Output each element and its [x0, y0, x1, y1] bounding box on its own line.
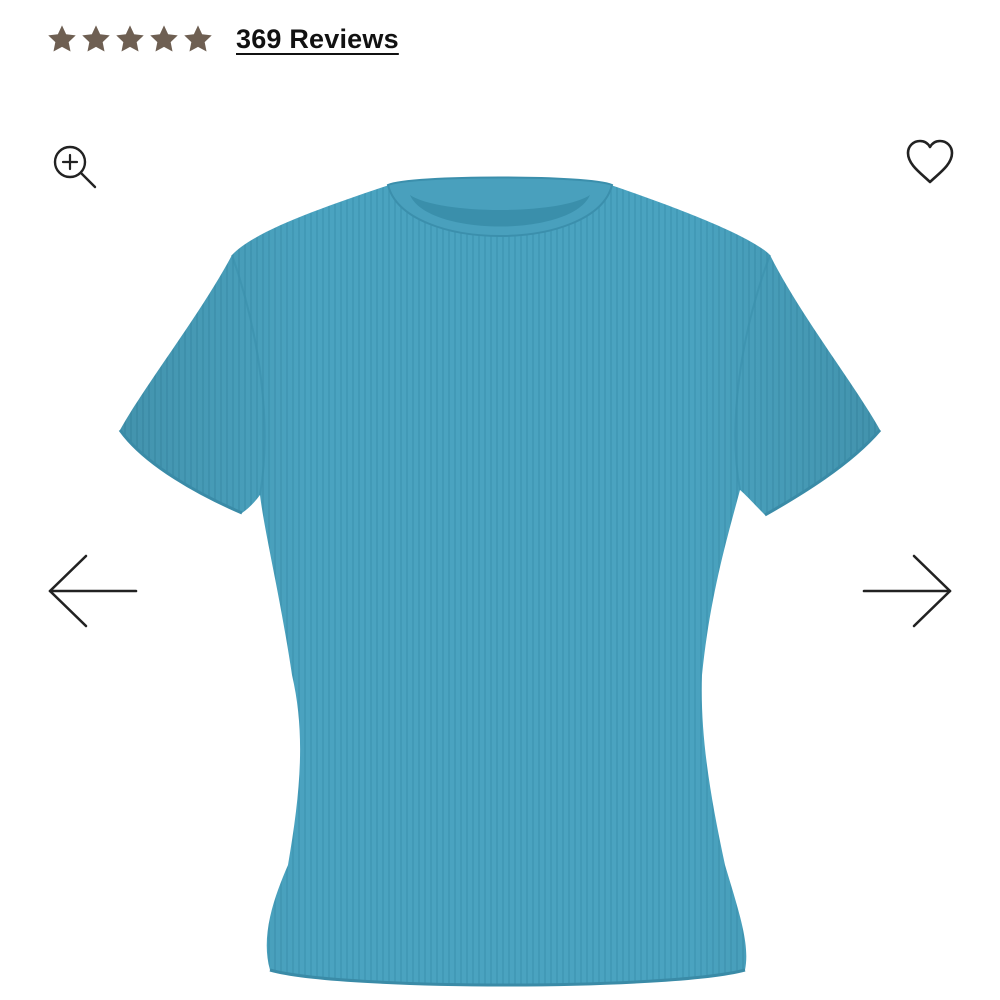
star-icon — [148, 23, 180, 55]
tshirt-image — [118, 176, 882, 987]
star-icon — [182, 23, 214, 55]
zoom-in-icon — [53, 145, 97, 189]
product-image — [110, 175, 890, 1000]
star-rating — [46, 23, 214, 55]
product-page: 369 Reviews — [0, 0, 1000, 1000]
star-icon — [46, 23, 78, 55]
zoom-button[interactable] — [50, 142, 100, 192]
star-icon — [80, 23, 112, 55]
wishlist-button[interactable] — [904, 136, 956, 188]
rating-summary: 369 Reviews — [46, 18, 399, 60]
star-icon — [114, 23, 146, 55]
heart-icon — [906, 139, 954, 184]
reviews-link[interactable]: 369 Reviews — [236, 24, 399, 55]
